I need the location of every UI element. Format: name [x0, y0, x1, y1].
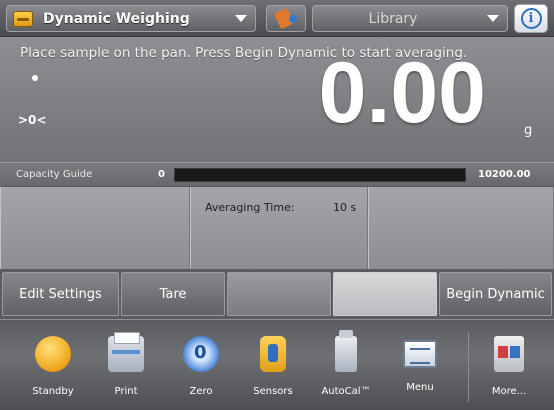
info-column-right [368, 187, 554, 269]
chevron-down-icon [487, 15, 499, 22]
dock-item-zero[interactable]: Zero [166, 328, 236, 406]
begin-dynamic-button[interactable]: Begin Dynamic [439, 272, 552, 316]
weight-unit[interactable]: g [524, 123, 532, 138]
capacity-guide: Capacity Guide 0 10200.00 [0, 162, 554, 187]
dock-item-print[interactable]: Print [91, 328, 161, 406]
blank-softkey-2[interactable] [333, 272, 437, 316]
chevron-down-icon [235, 15, 247, 22]
menu-icon [403, 340, 437, 368]
weight-value: 0.00 [318, 45, 486, 141]
dock-label-menu: Menu [406, 382, 434, 393]
printer-icon [108, 332, 144, 372]
dock-label-sensors: Sensors [253, 386, 293, 397]
softkey-bar: Edit Settings Tare Begin Dynamic [0, 269, 554, 319]
dock-item-menu[interactable]: Menu [385, 328, 455, 406]
edit-settings-button[interactable]: Edit Settings [2, 272, 119, 316]
zero-icon [183, 336, 219, 372]
dock-item-standby[interactable]: Standby [18, 328, 88, 406]
navigation-dock: Standby Print Zero Sensors AutoCal™ Menu… [0, 319, 554, 410]
reference-fields-panel: Averaging Time: 10 s [0, 187, 554, 269]
dock-item-autocal[interactable]: AutoCal™ [311, 328, 381, 406]
capacity-guide-label: Capacity Guide [16, 169, 93, 180]
averaging-time-value: 10 s [333, 201, 357, 214]
dock-label-autocal: AutoCal™ [321, 386, 371, 397]
blank-softkey-1[interactable] [227, 272, 331, 316]
autocal-icon [335, 330, 357, 372]
info-column-left [0, 187, 190, 269]
capacity-max-value: 10200.00 [478, 169, 531, 180]
dock-label-print: Print [114, 386, 138, 397]
weighing-display: Place sample on the pan. Press Begin Dyn… [0, 37, 554, 162]
capacity-min-value: 0 [158, 169, 165, 180]
info-icon: i [520, 8, 542, 29]
center-of-zero-indicator: >0< [18, 113, 47, 127]
dock-item-more[interactable]: More... [474, 328, 544, 406]
more-icon [494, 336, 524, 372]
library-dropdown[interactable]: Library [312, 5, 508, 32]
standby-icon [35, 336, 71, 372]
dock-item-sensors[interactable]: Sensors [238, 328, 308, 406]
dock-divider [468, 332, 469, 402]
sensor-icon [260, 336, 286, 372]
info-column-center [190, 187, 368, 269]
dock-label-standby: Standby [32, 386, 74, 397]
weighing-app-icon [13, 10, 33, 27]
averaging-time-label: Averaging Time: [205, 201, 295, 214]
library-label: Library [368, 10, 418, 27]
application-settings-button[interactable] [266, 5, 306, 32]
top-bar: Dynamic Weighing Library i [0, 0, 554, 37]
application-dropdown[interactable]: Dynamic Weighing [6, 5, 256, 32]
dock-label-zero: Zero [189, 386, 213, 397]
dock-label-more: More... [491, 386, 527, 397]
stability-indicator [32, 75, 38, 81]
capacity-bar [174, 168, 466, 182]
info-button[interactable]: i [514, 4, 548, 33]
application-title: Dynamic Weighing [43, 10, 190, 27]
tare-button[interactable]: Tare [121, 272, 225, 316]
